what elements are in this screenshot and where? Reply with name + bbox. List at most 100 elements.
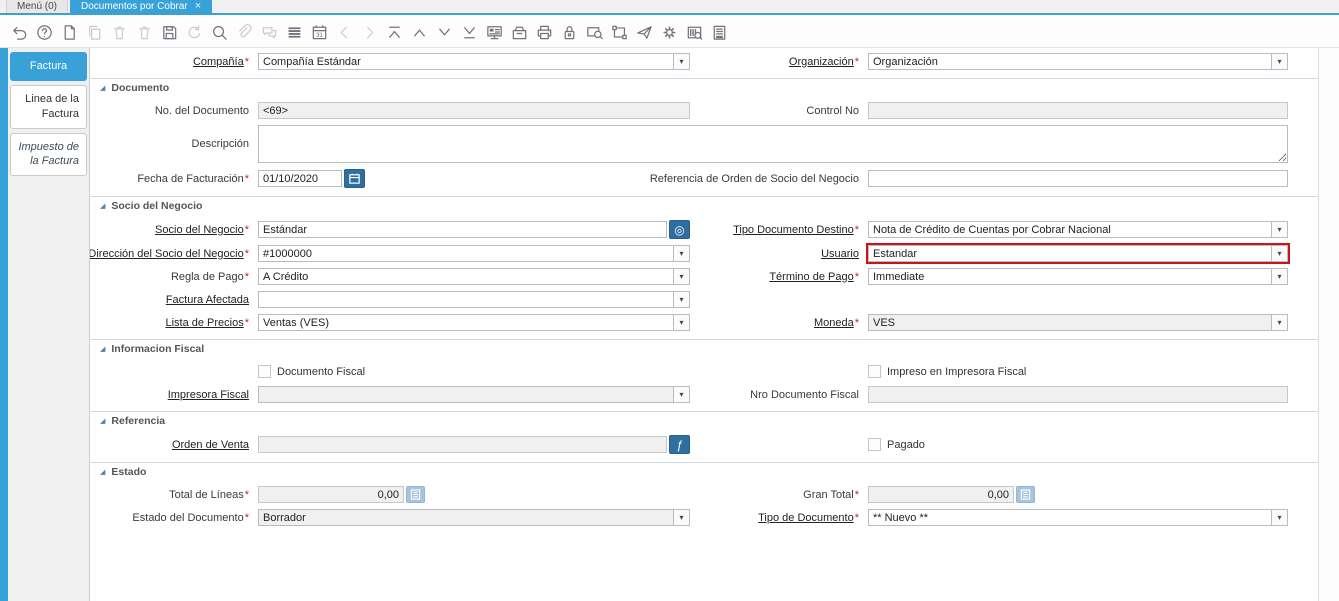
send-icon[interactable] bbox=[632, 20, 657, 44]
fecha-facturacion-label: Fecha de Facturación * bbox=[137, 172, 249, 185]
tipo-documento-select[interactable]: ** Nuevo ** ▾ bbox=[868, 509, 1288, 526]
termino-pago-label[interactable]: Término de Pago * bbox=[693, 271, 865, 283]
organizacion-select[interactable]: Organización ▾ bbox=[868, 53, 1288, 70]
referencia-orden-input[interactable] bbox=[868, 170, 1288, 187]
chevron-down-icon[interactable]: ▾ bbox=[1271, 510, 1287, 525]
chevron-down-icon[interactable]: ▾ bbox=[673, 315, 689, 330]
chevron-down-icon[interactable]: ▾ bbox=[1271, 54, 1287, 69]
direccion-socio-label[interactable]: Dirección del Socio del Negocio * bbox=[90, 248, 255, 260]
control-no-field[interactable] bbox=[868, 102, 1288, 119]
calendar-icon[interactable]: 31 bbox=[307, 20, 332, 44]
chevron-down-icon[interactable]: ▾ bbox=[673, 292, 689, 307]
sidebar-tab-impuesto-de-la-factura[interactable]: Impuesto de la Factura bbox=[10, 132, 87, 177]
documento-fiscal-label: Documento Fiscal bbox=[277, 365, 366, 378]
archive-icon[interactable] bbox=[507, 20, 532, 44]
chevron-down-icon[interactable]: ▾ bbox=[673, 246, 689, 261]
report-icon[interactable] bbox=[707, 20, 732, 44]
section-socio-del-negocio[interactable]: ◢ Socio del Negocio bbox=[90, 196, 1318, 214]
collapse-triangle-icon[interactable]: ◢ bbox=[100, 418, 105, 425]
direccion-socio-select[interactable]: #1000000 ▾ bbox=[258, 245, 690, 262]
sidebar-tab-linea-de-la-factura[interactable]: Linea de la Factura bbox=[10, 84, 87, 129]
zoom-across-icon[interactable] bbox=[582, 20, 607, 44]
calculator-button[interactable] bbox=[1016, 486, 1035, 503]
first-record-icon[interactable] bbox=[382, 20, 407, 44]
row-socio-tipodoc: Socio del Negocio* ◎ Tipo Documento Dest… bbox=[90, 220, 1288, 239]
descripcion-textarea[interactable] bbox=[258, 125, 1288, 163]
preferences-icon[interactable] bbox=[657, 20, 682, 44]
section-referencia[interactable]: ◢ Referencia bbox=[90, 411, 1318, 429]
collapse-triangle-icon[interactable]: ◢ bbox=[100, 85, 105, 92]
detail-record-icon[interactable] bbox=[432, 20, 457, 44]
impreso-impresora-checkbox[interactable] bbox=[868, 365, 881, 378]
regla-pago-select[interactable]: A Crédito ▾ bbox=[258, 268, 690, 285]
moneda-select[interactable]: VES ▾ bbox=[868, 314, 1288, 331]
grid-toggle-icon[interactable] bbox=[482, 20, 507, 44]
pagado-checkbox[interactable] bbox=[868, 438, 881, 451]
factura-afectada-select[interactable]: ▾ bbox=[258, 291, 690, 308]
organizacion-label[interactable]: Organización * bbox=[693, 56, 865, 68]
termino-pago-select[interactable]: Immediate ▾ bbox=[868, 268, 1288, 285]
save-icon[interactable] bbox=[157, 20, 182, 44]
calculator-button[interactable] bbox=[406, 486, 425, 503]
section-estado-title: Estado bbox=[111, 466, 147, 478]
undo-icon[interactable] bbox=[7, 20, 32, 44]
close-icon[interactable]: × bbox=[195, 1, 201, 12]
tipo-doc-destino-label[interactable]: Tipo Documento Destino * bbox=[693, 224, 865, 236]
orden-venta-field[interactable] bbox=[258, 436, 667, 453]
impresora-fiscal-select[interactable]: ▾ bbox=[258, 386, 690, 403]
workflow-icon[interactable] bbox=[607, 20, 632, 44]
fecha-facturacion-input[interactable] bbox=[258, 170, 342, 187]
documento-fiscal-checkbox[interactable] bbox=[258, 365, 271, 378]
socio-negocio-label[interactable]: Socio del Negocio * bbox=[90, 224, 255, 236]
help-icon[interactable] bbox=[32, 20, 57, 44]
section-estado[interactable]: ◢ Estado bbox=[90, 462, 1318, 480]
calendar-button[interactable] bbox=[344, 169, 365, 188]
print-icon[interactable] bbox=[532, 20, 557, 44]
lista-precios-select[interactable]: Ventas (VES) ▾ bbox=[258, 314, 690, 331]
find-icon[interactable] bbox=[207, 20, 232, 44]
lista-precios-label[interactable]: Lista de Precios * bbox=[90, 317, 255, 329]
parent-record-icon[interactable] bbox=[407, 20, 432, 44]
collapse-triangle-icon[interactable]: ◢ bbox=[100, 469, 105, 476]
zoom-sales-order-button[interactable]: ƒ bbox=[669, 435, 690, 454]
compania-label[interactable]: Compañía * bbox=[90, 56, 255, 68]
tipo-doc-destino-select[interactable]: Nota de Crédito de Cuentas por Cobrar Na… bbox=[868, 221, 1288, 238]
lock-icon[interactable] bbox=[557, 20, 582, 44]
nro-documento-fiscal-field[interactable] bbox=[868, 386, 1288, 403]
factura-afectada-label[interactable]: Factura Afectada bbox=[90, 294, 255, 306]
section-documento-title: Documento bbox=[111, 82, 170, 94]
section-referencia-title: Referencia bbox=[111, 415, 166, 427]
chevron-down-icon[interactable]: ▾ bbox=[673, 54, 689, 69]
new-record-icon[interactable] bbox=[57, 20, 82, 44]
moneda-label[interactable]: Moneda * bbox=[693, 317, 865, 329]
section-informacion-fiscal[interactable]: ◢ Informacion Fiscal bbox=[90, 339, 1318, 357]
chevron-down-icon[interactable]: ▾ bbox=[1271, 315, 1287, 330]
compania-select[interactable]: Compañía Estándar ▾ bbox=[258, 53, 690, 70]
chevron-down-icon[interactable]: ▾ bbox=[1271, 222, 1287, 237]
delete-selection-icon bbox=[132, 20, 157, 44]
chevron-down-icon[interactable]: ▾ bbox=[1271, 246, 1287, 261]
last-record-icon[interactable] bbox=[457, 20, 482, 44]
socio-negocio-input[interactable] bbox=[258, 221, 667, 238]
scrollbar-track[interactable] bbox=[1318, 48, 1339, 601]
requests-icon[interactable] bbox=[282, 20, 307, 44]
usuario-label[interactable]: Usuario bbox=[693, 248, 865, 260]
business-partner-button[interactable]: ◎ bbox=[669, 220, 690, 239]
sidebar-tab-factura[interactable]: Factura bbox=[10, 52, 87, 81]
impresora-fiscal-label[interactable]: Impresora Fiscal bbox=[90, 389, 255, 401]
chevron-down-icon[interactable]: ▾ bbox=[1271, 269, 1287, 284]
orden-venta-label[interactable]: Orden de Venta bbox=[90, 439, 255, 451]
no-documento-field[interactable]: <69> bbox=[258, 102, 690, 119]
estado-documento-select[interactable]: Borrador ▾ bbox=[258, 509, 690, 526]
chevron-down-icon[interactable]: ▾ bbox=[673, 269, 689, 284]
tab-menu[interactable]: Menú (0) bbox=[6, 0, 69, 13]
chevron-down-icon[interactable]: ▾ bbox=[673, 387, 689, 402]
tipo-documento-label[interactable]: Tipo de Documento * bbox=[693, 512, 865, 524]
tab-documentos-por-cobrar[interactable]: Documentos por Cobrar × bbox=[70, 0, 213, 13]
collapse-triangle-icon[interactable]: ◢ bbox=[100, 346, 105, 353]
collapse-triangle-icon[interactable]: ◢ bbox=[100, 203, 105, 210]
usuario-select[interactable]: Estandar ▾ bbox=[866, 243, 1290, 264]
product-info-icon[interactable] bbox=[682, 20, 707, 44]
chevron-down-icon[interactable]: ▾ bbox=[673, 510, 689, 525]
section-documento[interactable]: ◢ Documento bbox=[90, 78, 1318, 96]
